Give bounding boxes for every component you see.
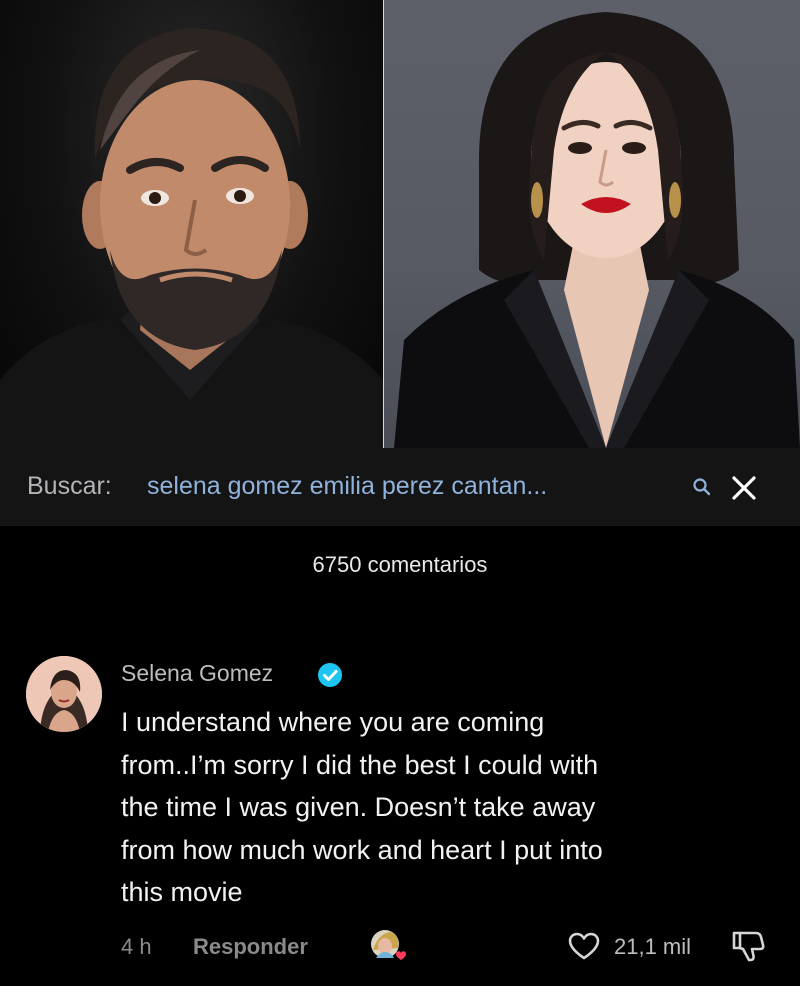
search-icon[interactable] — [692, 477, 712, 497]
comment-line: I understand where you are coming — [121, 707, 545, 737]
close-icon[interactable] — [729, 473, 759, 503]
photo-right-woman — [384, 0, 800, 448]
verified-badge-icon — [317, 662, 343, 688]
photo-left-man — [0, 0, 383, 448]
search-label: Buscar: — [27, 472, 112, 500]
screen: Buscar: selena gomez emilia perez cantan… — [0, 0, 800, 986]
reply-button[interactable]: Responder — [193, 934, 308, 960]
creator-reaction-avatar-icon — [368, 926, 408, 966]
heart-icon[interactable] — [567, 931, 601, 961]
thumbs-down-icon[interactable] — [730, 929, 766, 963]
comment-author[interactable]: Selena Gomez — [121, 660, 273, 687]
comment-count: 6750 comentarios — [312, 552, 488, 577]
avatar[interactable] — [26, 656, 102, 732]
search-query-link[interactable]: selena gomez emilia perez cantan... — [147, 472, 547, 501]
comment-line: this movie — [121, 877, 243, 907]
comment-timestamp: 4 h — [121, 934, 152, 959]
search-bar[interactable]: Buscar: selena gomez emilia perez cantan… — [0, 448, 800, 526]
comment-body: I understand where you are coming from..… — [121, 701, 761, 914]
comment-line: from..I’m sorry I did the best I could w… — [121, 749, 599, 780]
comment-line: from how much work and heart I put into — [121, 834, 603, 865]
like-count: 21,1 mil — [614, 934, 692, 959]
comment-line: the time I was given. Doesn’t take away — [121, 792, 596, 822]
